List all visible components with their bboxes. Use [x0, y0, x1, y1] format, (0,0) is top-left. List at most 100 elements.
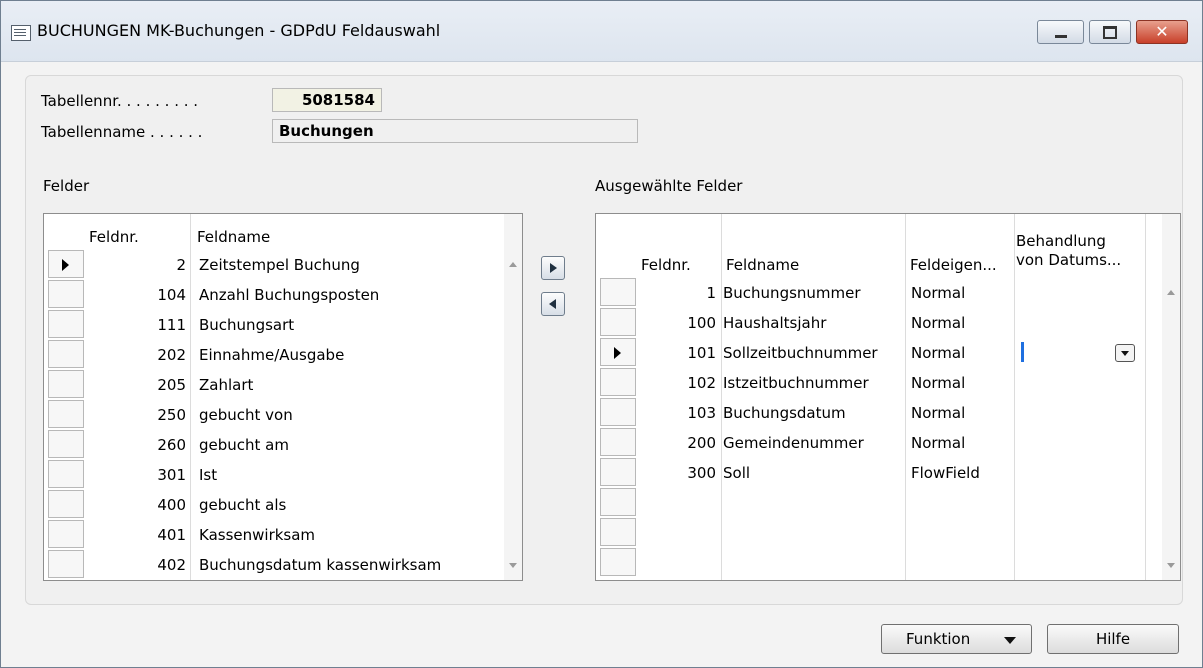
cell-feldnr: 260: [157, 436, 186, 454]
column-header-behandlung-line2[interactable]: von Datums...: [1016, 251, 1121, 269]
table-row[interactable]: 101 Sollzeitbuchnummer Normal: [596, 338, 1161, 368]
cell-feldnr: 104: [157, 286, 186, 304]
cell-feldnr: 402: [157, 556, 186, 574]
funktion-button-label: Funktion: [906, 630, 971, 648]
table-row[interactable]: [596, 518, 1161, 548]
ausgewaehlte-scrollbar[interactable]: [1162, 214, 1180, 580]
row-selector[interactable]: [600, 548, 636, 576]
cell-feldname: Buchungsnummer: [723, 284, 861, 302]
table-row[interactable]: 301 Ist: [44, 460, 504, 490]
column-header-feldnr[interactable]: Feldnr.: [89, 228, 139, 246]
row-selector[interactable]: [600, 368, 636, 396]
row-selector[interactable]: [600, 398, 636, 426]
cell-feldnr: 300: [687, 464, 716, 482]
table-row[interactable]: 1 Buchungsnummer Normal: [596, 278, 1161, 308]
funktion-button[interactable]: Funktion: [881, 624, 1032, 654]
row-selector[interactable]: [600, 278, 636, 306]
table-row[interactable]: 250 gebucht von: [44, 400, 504, 430]
row-selector[interactable]: [48, 310, 84, 338]
row-selector[interactable]: [48, 250, 84, 278]
row-selector[interactable]: [600, 518, 636, 546]
table-row[interactable]: [596, 488, 1161, 518]
table-row[interactable]: 300 Soll FlowField: [596, 458, 1161, 488]
row-selector[interactable]: [48, 460, 84, 488]
column-header-feldname[interactable]: Feldname: [197, 228, 270, 246]
tabellennr-field[interactable]: 5081584: [272, 88, 382, 112]
table-row[interactable]: 260 gebucht am: [44, 430, 504, 460]
cell-feldname: Kassenwirksam: [199, 526, 316, 544]
column-header-feldnr[interactable]: Feldnr.: [641, 256, 691, 274]
row-selector[interactable]: [48, 490, 84, 518]
cell-feldnr: 200: [687, 434, 716, 452]
column-header-behandlung-line1[interactable]: Behandlung: [1016, 232, 1106, 250]
cell-feldname: Haushaltsjahr: [723, 314, 827, 332]
row-selector[interactable]: [48, 520, 84, 548]
row-selector[interactable]: [48, 370, 84, 398]
maximize-button[interactable]: [1089, 20, 1131, 44]
table-row[interactable]: 400 gebucht als: [44, 490, 504, 520]
tabellenname-field[interactable]: Buchungen: [272, 119, 638, 143]
ausgewaehlte-felder-label: Ausgewählte Felder: [595, 177, 743, 195]
minimize-button[interactable]: [1037, 20, 1084, 44]
cell-feldname: Zahlart: [199, 376, 254, 394]
maximize-icon: [1103, 25, 1117, 39]
cell-feldname: Buchungsdatum: [723, 404, 846, 422]
felder-grid[interactable]: Feldnr. Feldname 2 Zeitstempel Buchung 104…: [43, 213, 523, 581]
close-button[interactable]: ✕: [1136, 20, 1188, 44]
table-row[interactable]: 111 Buchungsart: [44, 310, 504, 340]
tabellennr-label: Tabellennr. . . . . . . . .: [41, 92, 199, 110]
scroll-up-icon[interactable]: [509, 262, 517, 267]
table-row[interactable]: 202 Einnahme/Ausgabe: [44, 340, 504, 370]
arrow-left-icon: [549, 299, 556, 309]
scroll-up-icon[interactable]: [1167, 290, 1175, 295]
cell-feldnr: 400: [157, 496, 186, 514]
row-selector[interactable]: [48, 400, 84, 428]
cell-feldname: Gemeindenummer: [723, 434, 864, 452]
row-selector[interactable]: [600, 338, 636, 366]
scroll-down-icon[interactable]: [1167, 563, 1175, 568]
row-selector[interactable]: [48, 430, 84, 458]
cell-feldname: Buchungsart: [199, 316, 295, 334]
cell-feldeigenschaft: Normal: [911, 284, 966, 302]
cell-feldnr: 2: [176, 256, 186, 274]
row-selector[interactable]: [48, 280, 84, 308]
ausgewaehlte-felder-grid[interactable]: Feldnr. Feldname Feldeigen... Behandlung…: [595, 213, 1181, 581]
row-selector[interactable]: [48, 340, 84, 368]
table-row[interactable]: 2 Zeitstempel Buchung: [44, 250, 504, 280]
table-row[interactable]: 401 Kassenwirksam: [44, 520, 504, 550]
cell-feldname: gebucht als: [199, 496, 287, 514]
row-selector[interactable]: [600, 308, 636, 336]
table-row[interactable]: [596, 548, 1161, 578]
row-selector[interactable]: [600, 428, 636, 456]
row-selector[interactable]: [48, 550, 84, 578]
cell-feldname: Einnahme/Ausgabe: [199, 346, 345, 364]
cell-feldnr: 102: [687, 374, 716, 392]
table-row[interactable]: 205 Zahlart: [44, 370, 504, 400]
dropdown-button[interactable]: [1115, 344, 1135, 362]
table-row[interactable]: 102 Istzeitbuchnummer Normal: [596, 368, 1161, 398]
column-header-feldeigenschaft[interactable]: Feldeigen...: [910, 256, 997, 274]
felder-scrollbar[interactable]: [504, 214, 522, 580]
row-selector[interactable]: [600, 458, 636, 486]
table-row[interactable]: 100 Haushaltsjahr Normal: [596, 308, 1161, 338]
table-icon: [11, 25, 31, 41]
minimize-icon: [1054, 34, 1067, 38]
table-row[interactable]: 104 Anzahl Buchungsposten: [44, 280, 504, 310]
column-header-feldname[interactable]: Feldname: [726, 256, 799, 274]
cell-feldname: Zeitstempel Buchung: [199, 256, 360, 274]
title-bar: BUCHUNGEN MK-Buchungen - GDPdU Feldauswa…: [1, 1, 1202, 62]
table-row[interactable]: 200 Gemeindenummer Normal: [596, 428, 1161, 458]
cell-feldeigenschaft: Normal: [911, 314, 966, 332]
add-field-button[interactable]: [541, 256, 565, 280]
felder-label: Felder: [43, 177, 90, 195]
hilfe-button[interactable]: Hilfe: [1047, 624, 1179, 654]
table-row[interactable]: 402 Buchungsdatum kassenwirksam: [44, 550, 504, 580]
cell-feldnr: 301: [157, 466, 186, 484]
scroll-down-icon[interactable]: [509, 563, 517, 568]
table-row[interactable]: 103 Buchungsdatum Normal: [596, 398, 1161, 428]
row-selector[interactable]: [600, 488, 636, 516]
cell-feldeigenschaft: Normal: [911, 434, 966, 452]
cell-feldeigenschaft: Normal: [911, 404, 966, 422]
cell-feldnr: 101: [687, 344, 716, 362]
remove-field-button[interactable]: [541, 292, 565, 316]
